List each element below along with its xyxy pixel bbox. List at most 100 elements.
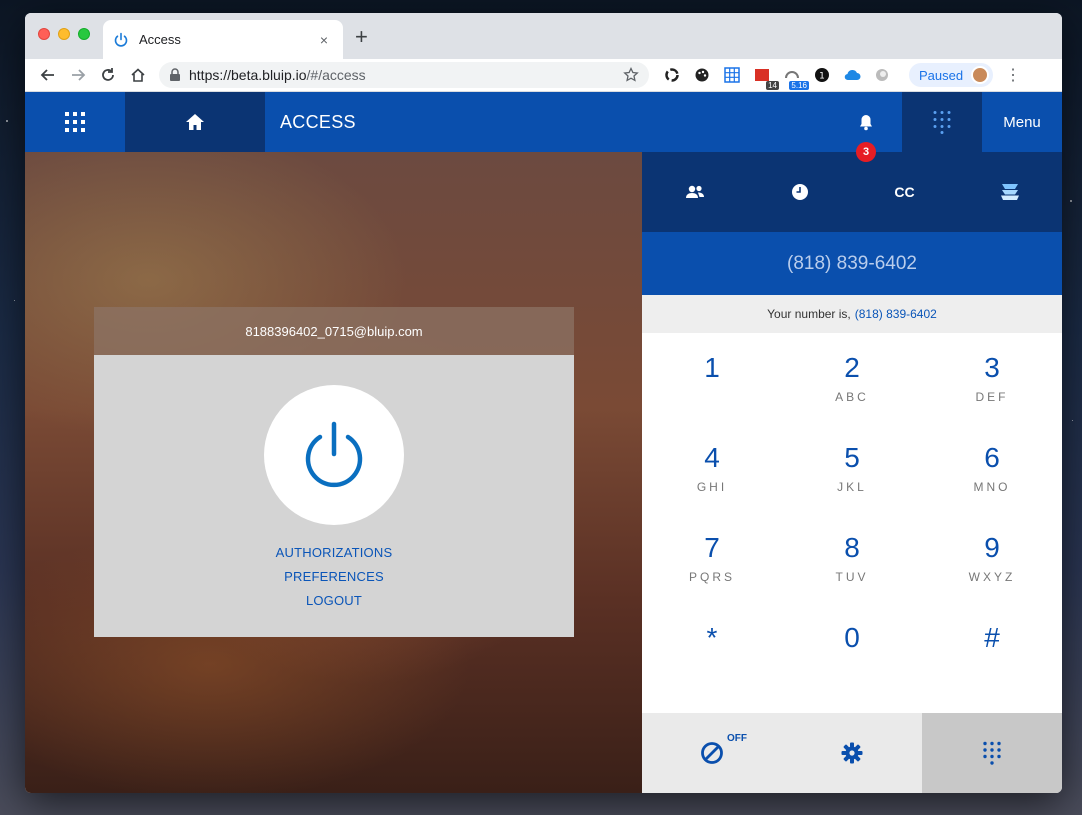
history-tab[interactable] [747,152,852,232]
home-button[interactable] [123,61,153,89]
home-outline-icon [131,68,145,82]
key-letters: PQRS [688,570,735,584]
account-card: 8188396402_0715@bluip.com AUTHORIZATIONS… [94,307,574,637]
keypad: 1 2 ABC 3 DEF 4 GHI 5 JKL 6 MNO 7 PQRS 8 TUV 9 W… [642,333,1062,713]
settings-button[interactable] [782,713,922,793]
key-letters: DEF [975,390,1009,404]
menu-button[interactable]: Menu [982,92,1062,152]
dialer-panel: CC (818) 839-6402 Your number is, (818) … [642,152,1062,793]
contacts-tab[interactable] [642,152,747,232]
key-4[interactable]: 4 GHI [642,423,782,513]
layers-tab[interactable] [957,152,1062,232]
key-digit: 6 [984,442,1000,473]
more-menu-icon[interactable]: ⋮ [1005,65,1021,85]
maximize-window-button[interactable] [78,28,90,40]
key-star[interactable]: * [642,603,782,693]
browser-tab-access[interactable]: Access × [103,20,343,59]
dialpad-dots-icon [933,111,951,134]
extension-badge: 14 [766,81,779,90]
grid-extension-icon[interactable] [723,66,741,84]
minimize-window-button[interactable] [58,28,70,40]
key-digit: 0 [844,622,860,653]
address-bar[interactable]: https://beta.bluip.io/#/access [159,62,649,88]
back-button[interactable] [33,61,63,89]
one-extension-icon[interactable]: 1 [813,66,831,84]
logout-link[interactable]: LOGOUT [94,589,574,613]
your-number-label: Your number is, [767,307,851,321]
block-icon [701,742,723,764]
key-hash[interactable]: # [922,603,1062,693]
bookmark-star-icon[interactable] [623,67,639,83]
new-tab-button[interactable]: + [355,26,368,48]
layers-icon [1000,184,1019,200]
reload-icon [102,68,114,81]
key-5[interactable]: 5 JKL [782,423,922,513]
dial-number-input[interactable]: (818) 839-6402 [642,232,1062,295]
key-digit: 7 [704,532,720,563]
power-favicon-icon [114,32,128,47]
background-star [14,300,15,301]
profile-button[interactable]: Paused [909,63,994,87]
notifications-button[interactable]: 3 [846,92,886,162]
svg-text:1: 1 [819,72,825,82]
key-9[interactable]: 9 WXYZ [922,513,1062,603]
conference-tab[interactable]: CC [852,152,957,232]
key-digit: 1 [704,352,720,383]
key-letters: ABC [835,390,869,404]
key-3[interactable]: 3 DEF [922,333,1062,423]
clock-icon [791,184,808,200]
authorizations-link[interactable]: AUTHORIZATIONS [94,541,574,565]
power-button[interactable] [264,385,404,525]
forward-button[interactable] [63,61,93,89]
url-path: /#/access [306,67,366,83]
key-digit: 4 [704,442,720,473]
do-not-disturb-button[interactable]: OFF [642,713,782,793]
key-8[interactable]: 8 TUV [782,513,922,603]
browser-window: Access × + https://beta.bluip.io/#/acces… [25,13,1062,793]
account-card-body: AUTHORIZATIONS PREFERENCES LOGOUT [94,355,574,637]
calendar-extension-icon[interactable]: 14 [753,66,779,90]
background-pane: 8188396402_0715@bluip.com AUTHORIZATIONS… [25,152,642,793]
key-digit: 9 [984,532,1000,563]
background-star [1070,200,1072,202]
avatar [971,66,990,84]
main-content: 8188396402_0715@bluip.com AUTHORIZATIONS… [25,152,1062,793]
apps-grid-icon [65,112,85,132]
power-icon [305,421,363,488]
sync-extension-icon[interactable] [663,66,681,84]
key-digit: 5 [844,442,860,473]
apps-grid-button[interactable] [25,92,125,152]
tab-strip: Access × + [25,13,1062,59]
your-number-link[interactable]: (818) 839-6402 [855,307,937,321]
preferences-link[interactable]: PREFERENCES [94,565,574,589]
key-digit: 2 [844,352,860,383]
reload-button[interactable] [93,61,123,89]
close-window-button[interactable] [38,28,50,40]
account-links: AUTHORIZATIONS PREFERENCES LOGOUT [94,541,574,613]
palette-extension-icon[interactable] [693,66,711,84]
app-header: ACCESS 3 Menu [25,92,1062,162]
keypad-button[interactable] [922,713,1062,793]
key-letters: GHI [696,480,728,494]
key-digit: # [984,622,1000,653]
cloud-extension-icon[interactable] [843,66,861,84]
key-digit: * [706,622,718,653]
contacts-icon [685,185,704,198]
profile-status: Paused [919,67,964,83]
close-tab-icon[interactable]: × [315,32,333,48]
key-7[interactable]: 7 PQRS [642,513,782,603]
arrow-left-icon [40,69,54,81]
key-1[interactable]: 1 [642,333,782,423]
extension-badge: 5.16 [789,81,809,90]
key-letters: TUV [835,570,869,584]
speed-extension-icon[interactable]: 5.16 [783,66,809,90]
home-icon [186,114,204,130]
gear-icon [841,742,863,764]
extensions-row: 14 5.16 1 [663,66,891,90]
dialpad-toggle-button[interactable] [902,92,982,152]
home-nav-button[interactable] [125,92,265,152]
key-2[interactable]: 2 ABC [782,333,922,423]
circle-extension-icon[interactable] [873,66,891,84]
key-0[interactable]: 0 [782,603,922,693]
key-6[interactable]: 6 MNO [922,423,1062,513]
